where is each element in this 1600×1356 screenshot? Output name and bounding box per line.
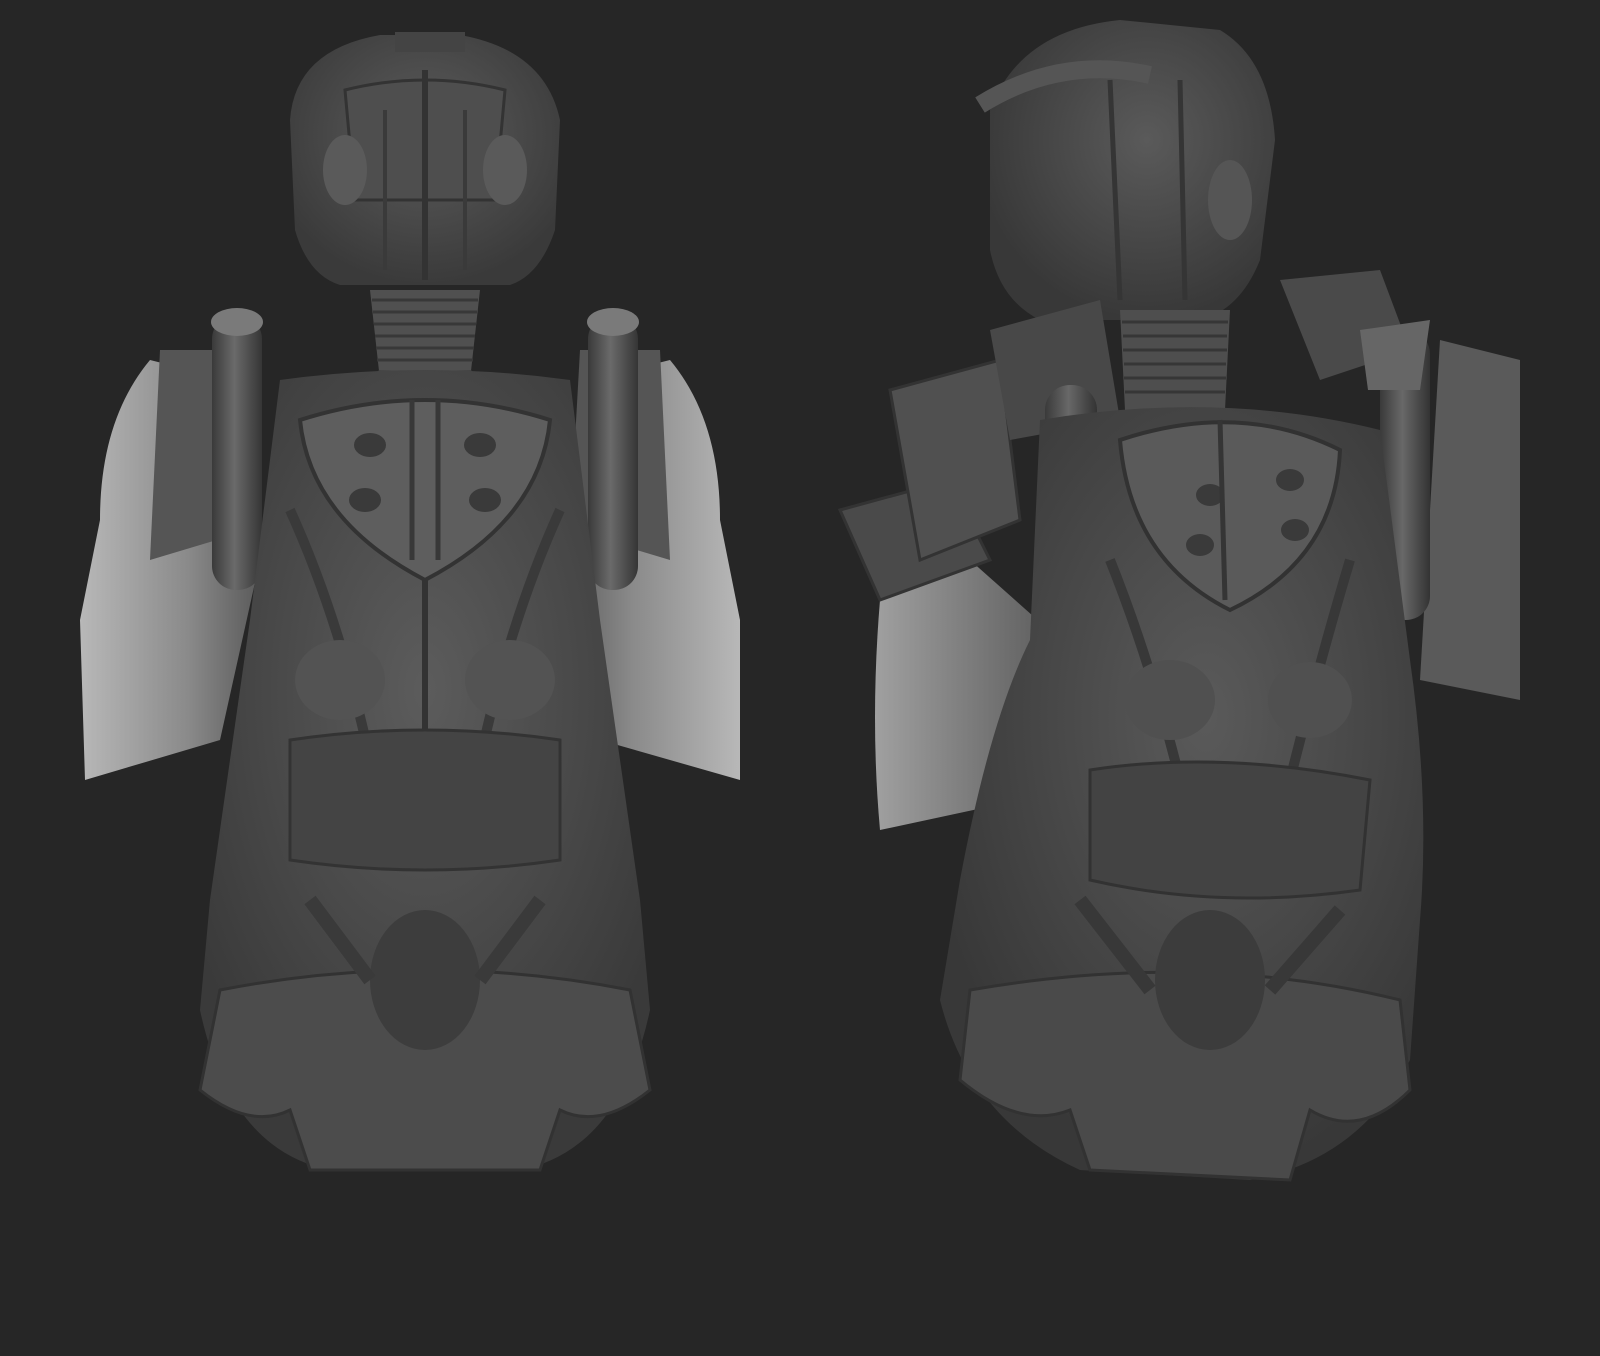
neck-rings — [1120, 310, 1230, 410]
helmet — [975, 20, 1275, 320]
sculpt-three-quarter-svg — [837, 20, 1520, 1182]
sculpt-render-front-view — [40, 0, 780, 1356]
helmet — [290, 32, 560, 285]
neck-rings — [370, 290, 480, 380]
sculpt-front-svg — [80, 32, 740, 1172]
sculpt-render-three-quarter-view — [820, 0, 1580, 1356]
torso — [198, 370, 652, 1172]
render-canvas — [0, 0, 1600, 1356]
